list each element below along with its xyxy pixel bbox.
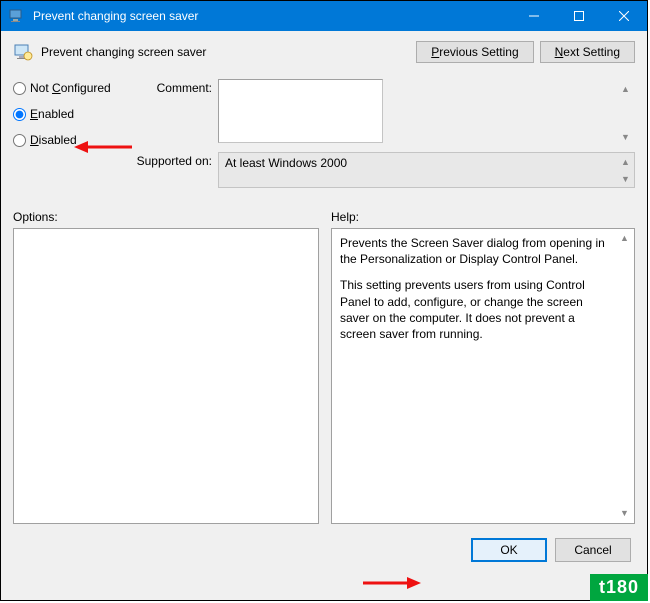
page-title: Prevent changing screen saver [41, 45, 416, 59]
previous-setting-button[interactable]: Previous Setting [416, 41, 533, 63]
help-text-1: Prevents the Screen Saver dialog from op… [340, 235, 614, 267]
cancel-button[interactable]: Cancel [555, 538, 631, 562]
radio-not-configured-label[interactable]: Not Configured [30, 81, 111, 95]
radio-enabled[interactable] [13, 108, 26, 121]
help-text-2: This setting prevents users from using C… [340, 277, 614, 342]
minimize-button[interactable] [511, 1, 556, 31]
options-label: Options: [13, 210, 319, 224]
options-panel [13, 228, 319, 524]
titlebar: Prevent changing screen saver [1, 1, 647, 31]
window-title: Prevent changing screen saver [33, 9, 511, 23]
titlebar-icon [9, 8, 25, 24]
help-label: Help: [331, 210, 635, 224]
scroll-up-icon: ▲ [617, 80, 634, 97]
help-panel: Prevents the Screen Saver dialog from op… [331, 228, 635, 524]
comment-label: Comment: [128, 79, 218, 146]
radio-disabled[interactable] [13, 134, 26, 147]
radio-not-configured[interactable] [13, 82, 26, 95]
maximize-button[interactable] [556, 1, 601, 31]
scroll-up-icon: ▲ [616, 230, 633, 247]
watermark: t180 [590, 574, 648, 601]
close-button[interactable] [601, 1, 647, 31]
ok-button[interactable]: OK [471, 538, 547, 562]
supported-on-value: At least Windows 2000 [218, 152, 635, 188]
scroll-down-icon: ▼ [617, 128, 634, 145]
next-setting-button[interactable]: Next Setting [540, 41, 635, 63]
policy-icon [13, 42, 33, 62]
supported-on-label: Supported on: [128, 152, 218, 188]
scroll-down-icon: ▼ [616, 505, 633, 522]
radio-enabled-label[interactable]: Enabled [30, 107, 74, 121]
comment-input[interactable] [218, 79, 383, 143]
radio-disabled-label[interactable]: Disabled [30, 133, 77, 147]
annotation-arrow-ok [361, 573, 421, 593]
